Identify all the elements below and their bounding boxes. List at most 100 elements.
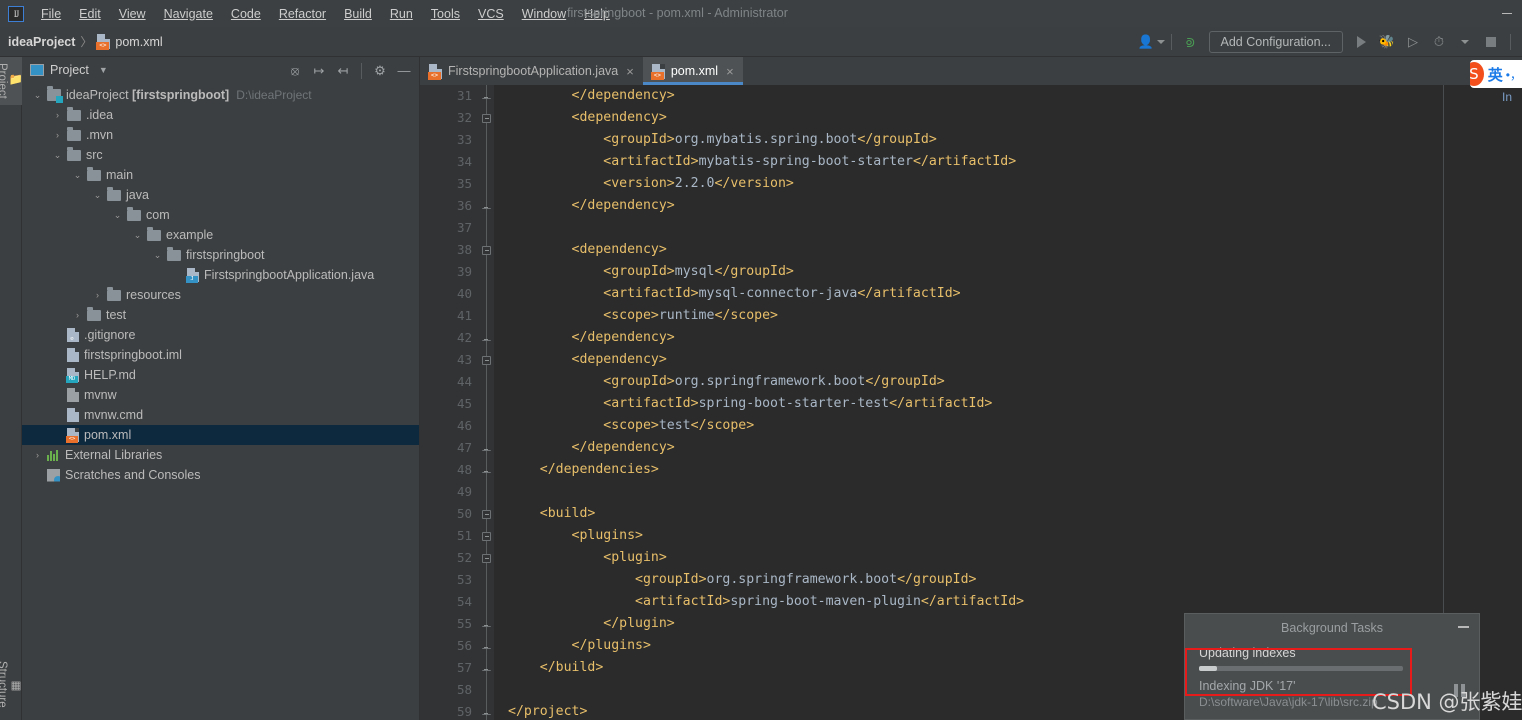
user-switch-icon[interactable]: 👤: [1138, 30, 1166, 54]
fold-end-icon[interactable]: [481, 443, 492, 454]
tree-item-label: com: [146, 208, 170, 222]
tree-item-scratches-and-consoles[interactable]: Scratches and Consoles: [22, 465, 419, 485]
fold-end-icon[interactable]: [481, 619, 492, 630]
tab-firstspringbootapplication-java[interactable]: FirstspringbootApplication.java ×: [420, 57, 643, 85]
ime-punctuation-icon[interactable]: •，: [1506, 66, 1522, 83]
idea-window: IJ File Edit View Navigate Code Refactor…: [0, 0, 1522, 720]
code-line: <dependency>: [571, 352, 667, 367]
chevron-down-icon[interactable]: ⌄: [32, 90, 43, 101]
chevron-down-icon[interactable]: ⌄: [152, 250, 163, 261]
expand-all-icon[interactable]: ↦: [308, 60, 330, 82]
menu-item-tools[interactable]: Tools: [422, 3, 469, 25]
line-number: 58: [456, 682, 472, 697]
menu-item-build[interactable]: Build: [335, 3, 381, 25]
fold-end-icon[interactable]: [481, 91, 492, 102]
menu-item-navigate[interactable]: Navigate: [155, 3, 222, 25]
close-icon[interactable]: ×: [626, 64, 634, 79]
tree-item-idea[interactable]: › .idea: [22, 105, 419, 125]
tree-item-mvnw-cmd[interactable]: mvnw.cmd: [22, 405, 419, 425]
tree-item-mvnw[interactable]: mvnw: [22, 385, 419, 405]
fold-collapse-icon[interactable]: [481, 113, 492, 124]
tree-item-ideaproject[interactable]: ⌄ ideaProject [firstspringboot] D:\ideaPro…: [22, 85, 419, 105]
tree-item-src[interactable]: ⌄ src: [22, 145, 419, 165]
fold-collapse-icon[interactable]: [481, 245, 492, 256]
java-file-icon: J: [186, 268, 199, 283]
minimize-icon[interactable]: [1458, 626, 1469, 628]
fold-collapse-icon[interactable]: [481, 553, 492, 564]
menu-item-edit[interactable]: Edit: [70, 3, 110, 25]
fold-end-icon[interactable]: [481, 707, 492, 718]
sidebar-item-project[interactable]: 📁 Project: [0, 57, 22, 105]
tree-item-gitignore[interactable]: ⊘ .gitignore: [22, 325, 419, 345]
tree-item-mvn[interactable]: › .mvn: [22, 125, 419, 145]
menu-item-window[interactable]: Window: [513, 3, 575, 25]
fold-end-icon[interactable]: [481, 641, 492, 652]
chevron-down-icon[interactable]: ⌄: [92, 190, 103, 201]
tree-item-firstspringbootapplication-java[interactable]: J FirstspringbootApplication.java: [22, 265, 419, 285]
tree-item-main[interactable]: ⌄ main: [22, 165, 419, 185]
hide-panel-icon[interactable]: —: [393, 60, 415, 82]
tree-item-firstspringboot[interactable]: ⌄ firstspringboot: [22, 245, 419, 265]
tree-item-com[interactable]: ⌄ com: [22, 205, 419, 225]
breadcrumb-project[interactable]: ideaProject: [8, 35, 75, 49]
settings-gear-icon[interactable]: ⚙: [369, 60, 391, 82]
profiler-icon[interactable]: ⏱: [1427, 30, 1451, 54]
tree-item-pom-xml[interactable]: <> pom.xml: [22, 425, 419, 445]
tree-item-help-md[interactable]: MD HELP.md: [22, 365, 419, 385]
menu-file-label: File: [41, 6, 62, 21]
menu-item-file[interactable]: File: [32, 3, 70, 25]
tree-item-java[interactable]: ⌄ java: [22, 185, 419, 205]
menu-item-view[interactable]: View: [110, 3, 155, 25]
chevron-down-icon[interactable]: ⌄: [132, 230, 143, 241]
code-folding-strip[interactable]: [480, 85, 494, 720]
chevron-right-icon[interactable]: ›: [72, 310, 83, 321]
close-icon[interactable]: ×: [726, 64, 734, 79]
run-with-coverage-icon[interactable]: ▷: [1401, 30, 1425, 54]
minimize-button[interactable]: [1492, 0, 1522, 27]
ime-mode-label[interactable]: 英: [1488, 64, 1503, 85]
select-opened-file-icon[interactable]: ⦻: [284, 60, 306, 82]
menu-item-code[interactable]: Code: [222, 3, 270, 25]
debug-icon[interactable]: 🐝: [1375, 30, 1399, 54]
chevron-right-icon[interactable]: ›: [92, 290, 103, 301]
menu-item-run[interactable]: Run: [381, 3, 422, 25]
tree-item-example[interactable]: ⌄ example: [22, 225, 419, 245]
menu-item-refactor[interactable]: Refactor: [270, 3, 335, 25]
menu-view-label: View: [118, 6, 146, 21]
fold-end-icon[interactable]: [481, 201, 492, 212]
breadcrumb-file[interactable]: pom.xml: [115, 35, 162, 49]
folder-icon: [107, 186, 121, 201]
run-icon[interactable]: [1349, 30, 1373, 54]
project-tree[interactable]: ⌄ ideaProject [firstspringboot] D:\ideaPro…: [22, 85, 419, 720]
intellij-idea-logo-icon: IJ: [8, 5, 24, 22]
chevron-down-icon[interactable]: ▼: [99, 65, 108, 75]
chevron-down-icon[interactable]: ⌄: [72, 170, 83, 181]
sidebar-item-structure[interactable]: ▦ Structure: [0, 655, 22, 714]
collapse-all-icon[interactable]: ↤: [332, 60, 354, 82]
add-configuration-button[interactable]: Add Configuration...: [1208, 31, 1343, 53]
fold-end-icon[interactable]: [481, 663, 492, 674]
fold-end-icon[interactable]: [481, 333, 492, 344]
chevron-down-icon[interactable]: ⌄: [52, 150, 63, 161]
stop-icon[interactable]: [1479, 30, 1503, 54]
tree-item-resources[interactable]: › resources: [22, 285, 419, 305]
fold-collapse-icon[interactable]: [481, 355, 492, 366]
fold-collapse-icon[interactable]: [481, 509, 492, 520]
menu-item-vcs[interactable]: VCS: [469, 3, 513, 25]
chevron-right-icon[interactable]: ›: [52, 130, 63, 141]
chevron-right-icon[interactable]: ›: [52, 110, 63, 121]
fold-collapse-icon[interactable]: [481, 531, 492, 542]
tab-pom-xml[interactable]: pom.xml ×: [642, 57, 743, 85]
tree-item-external-libraries[interactable]: › External Libraries: [22, 445, 419, 465]
chevron-right-icon[interactable]: ›: [32, 450, 43, 461]
build-hammer-icon[interactable]: ⟄: [1179, 30, 1203, 54]
sogou-ime-bar[interactable]: S 英 •，: [1470, 60, 1522, 88]
profiler-dropdown-icon[interactable]: [1453, 30, 1477, 54]
structure-tab-icon: ▦: [9, 677, 21, 692]
tree-item-test[interactable]: › test: [22, 305, 419, 325]
fold-end-icon[interactable]: [481, 465, 492, 476]
chevron-down-icon[interactable]: ⌄: [112, 210, 123, 221]
tree-item-firstspringboot-iml[interactable]: firstspringboot.iml: [22, 345, 419, 365]
tree-item-label: FirstspringbootApplication.java: [204, 268, 375, 282]
